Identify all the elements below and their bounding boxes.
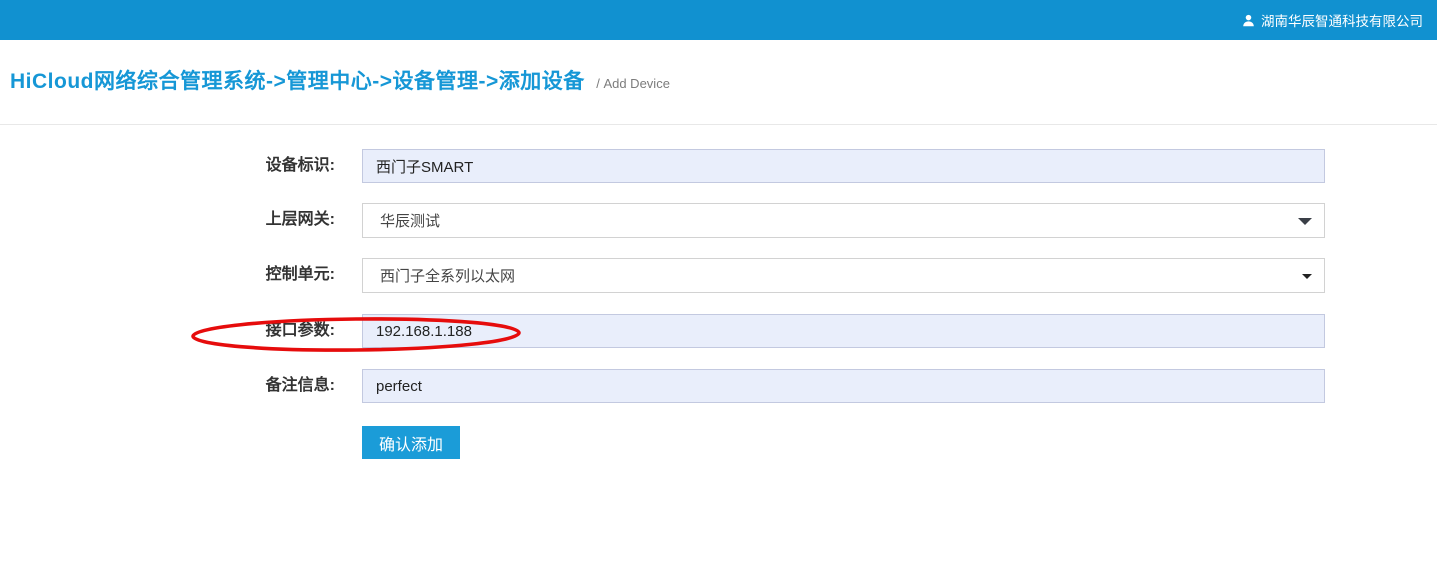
breadcrumb: HiCloud网络综合管理系统->管理中心->设备管理->添加设备 / Add … xyxy=(10,65,670,95)
add-device-form: 设备标识: 上层网关: 华辰测试 控制单元: 西门子全系列以太网 xyxy=(0,149,1437,459)
form-row-remark: 备注信息: xyxy=(0,369,1437,403)
form-row-control-unit: 控制单元: 西门子全系列以太网 xyxy=(0,258,1437,293)
control-unit-select[interactable]: 西门子全系列以太网 xyxy=(362,258,1325,293)
form-row-interface-params: 接口参数: xyxy=(0,314,1437,348)
user-icon xyxy=(1242,14,1255,27)
gateway-select[interactable]: 华辰测试 xyxy=(362,203,1325,238)
top-bar: 湖南华辰智通科技有限公司 xyxy=(0,0,1437,40)
chevron-down-icon xyxy=(1298,218,1312,225)
interface-params-input[interactable] xyxy=(362,314,1325,348)
form-row-gateway: 上层网关: 华辰测试 xyxy=(0,203,1437,238)
device-id-label: 设备标识: xyxy=(0,149,335,183)
account-menu[interactable]: 湖南华辰智通科技有限公司 xyxy=(1242,10,1437,30)
chevron-down-icon xyxy=(1302,274,1312,279)
form-row-device-id: 设备标识: xyxy=(0,149,1437,183)
confirm-add-button[interactable]: 确认添加 xyxy=(362,426,460,459)
gateway-label: 上层网关: xyxy=(0,203,335,238)
device-id-input[interactable] xyxy=(362,149,1325,183)
remark-input[interactable] xyxy=(362,369,1325,403)
control-unit-selected-value: 西门子全系列以太网 xyxy=(380,265,515,286)
title-bar: HiCloud网络综合管理系统->管理中心->设备管理->添加设备 / Add … xyxy=(0,40,1437,125)
page: 湖南华辰智通科技有限公司 HiCloud网络综合管理系统->管理中心->设备管理… xyxy=(0,0,1437,574)
company-name: 湖南华辰智通科技有限公司 xyxy=(1261,10,1423,30)
remark-label: 备注信息: xyxy=(0,369,335,403)
page-title: HiCloud网络综合管理系统->管理中心->设备管理->添加设备 xyxy=(10,70,585,93)
control-unit-label: 控制单元: xyxy=(0,258,335,293)
page-subtitle: / Add Device xyxy=(596,76,670,91)
interface-params-label: 接口参数: xyxy=(0,314,335,348)
gateway-selected-value: 华辰测试 xyxy=(380,210,440,231)
form-row-submit: 确认添加 xyxy=(0,426,1437,459)
